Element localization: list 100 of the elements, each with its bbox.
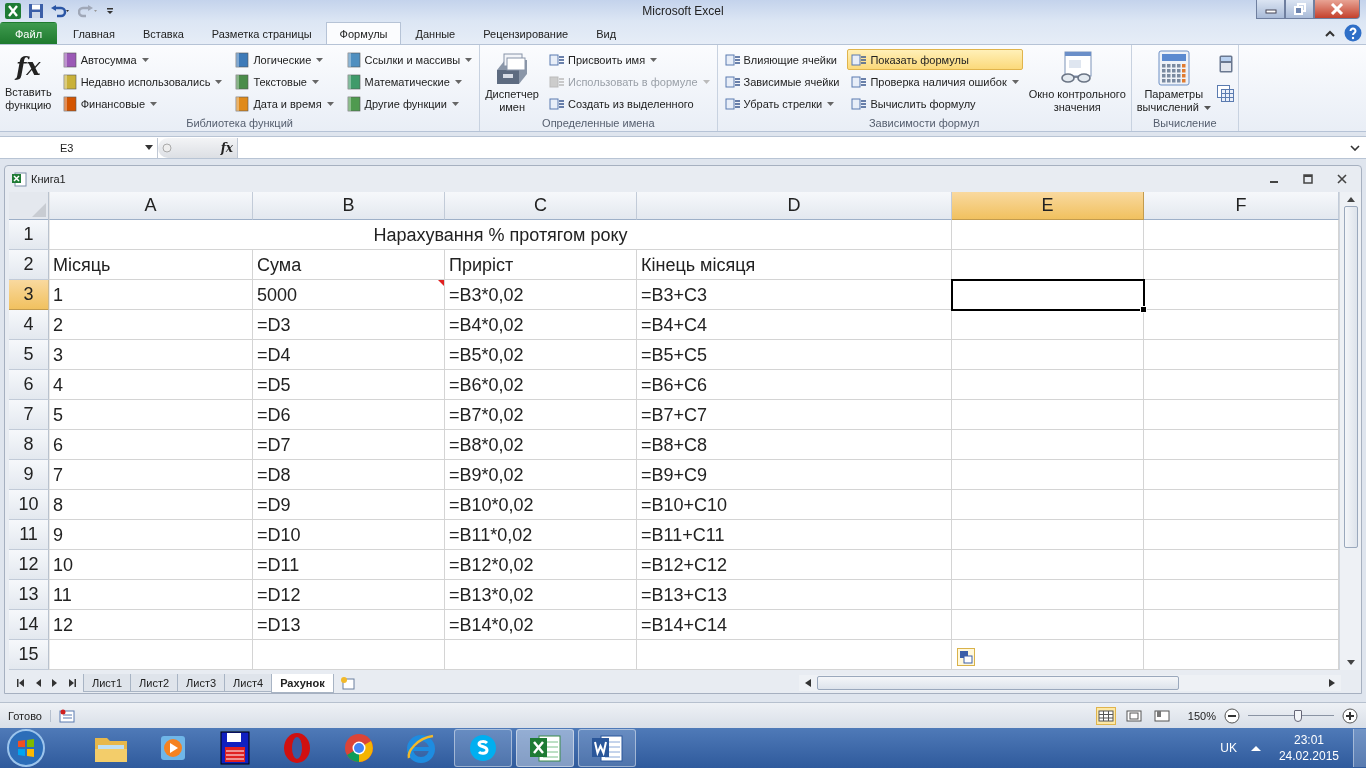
row-header[interactable]: 14 xyxy=(9,610,49,641)
column-header[interactable]: B xyxy=(253,192,445,221)
table-sheet-icon[interactable] xyxy=(1216,85,1235,104)
ribbon-tab[interactable]: Формулы xyxy=(325,22,402,45)
ribbon-button[interactable]: Вычислить формулу xyxy=(847,93,1023,115)
sheet-nav-icon[interactable] xyxy=(68,679,76,688)
ribbon-button[interactable]: Создать из выделенного xyxy=(545,93,714,115)
sheet-tab[interactable]: Лист2 xyxy=(130,674,179,693)
help-icon[interactable] xyxy=(1344,23,1362,42)
scroll-right-icon[interactable] xyxy=(1329,679,1335,688)
ribbon-button[interactable]: Параметры вычислений xyxy=(1134,47,1213,118)
sheet-tab[interactable]: Лист3 xyxy=(177,674,226,693)
row-header[interactable]: 1 xyxy=(9,220,49,251)
scroll-left-icon[interactable] xyxy=(805,679,811,688)
row-header[interactable]: 15 xyxy=(9,640,49,671)
row-header[interactable]: 2 xyxy=(9,250,49,281)
taskbar-app[interactable] xyxy=(578,729,636,767)
ribbon-button[interactable]: Логические xyxy=(230,49,338,71)
sheet-tab[interactable]: Лист4 xyxy=(224,674,273,693)
vertical-scrollbar[interactable] xyxy=(1339,192,1361,671)
handle-icon[interactable] xyxy=(162,142,172,153)
row-header[interactable]: 6 xyxy=(9,370,49,401)
ribbon-button[interactable]: Проверка наличия ошибок xyxy=(847,71,1023,93)
ribbon-button[interactable]: Недавно использовались xyxy=(57,71,227,93)
zoom-out-icon[interactable] xyxy=(1224,707,1240,724)
zoom-slider-thumb[interactable] xyxy=(1293,709,1302,722)
scroll-thumb[interactable] xyxy=(1343,206,1358,549)
ribbon-button[interactable]: Диспетчер имен xyxy=(483,47,541,118)
ribbon-button[interactable]: Другие функции xyxy=(341,93,477,115)
ribbon-tab[interactable]: Главная xyxy=(59,22,129,45)
ribbon-tab[interactable]: Вставка xyxy=(128,22,198,45)
file-tab[interactable]: Файл xyxy=(0,22,58,45)
close-button[interactable] xyxy=(1314,0,1360,19)
row-header[interactable]: 7 xyxy=(9,400,49,431)
row-header[interactable]: 3 xyxy=(9,280,49,311)
row-header[interactable]: 4 xyxy=(9,310,49,341)
ribbon-button[interactable]: Присвоить имя xyxy=(545,49,714,71)
column-header[interactable]: E xyxy=(952,192,1144,221)
ribbon-tab[interactable]: Вид xyxy=(582,22,631,45)
insert-function-button[interactable]: fx xyxy=(220,140,233,155)
language-indicator[interactable]: UK xyxy=(1220,741,1237,755)
ribbon-button[interactable]: Математические xyxy=(341,71,477,93)
tray-expand-icon[interactable] xyxy=(1250,745,1261,751)
ribbon-button[interactable]: Показать формулы xyxy=(847,49,1023,71)
minimize-button[interactable] xyxy=(1256,0,1285,19)
row-header[interactable]: 9 xyxy=(9,460,49,491)
ribbon-button[interactable]: fx Вставить функцию xyxy=(3,47,54,118)
ribbon-button[interactable]: Автосумма xyxy=(57,49,227,71)
zoom-level[interactable]: 150% xyxy=(1187,709,1216,722)
scroll-up-icon[interactable] xyxy=(1346,196,1355,203)
save-icon[interactable] xyxy=(28,2,44,19)
row-header[interactable]: 11 xyxy=(9,520,49,551)
word-icon xyxy=(591,733,623,763)
command-icon xyxy=(851,73,868,90)
table-cell-text: =B10*0,02 xyxy=(449,493,535,517)
book-icon xyxy=(234,51,251,68)
zoom-in-icon[interactable] xyxy=(1342,707,1358,724)
row-header[interactable]: 5 xyxy=(9,340,49,371)
column-header[interactable]: A xyxy=(49,192,253,221)
command-icon xyxy=(724,95,741,112)
view-icon xyxy=(1153,709,1170,722)
name-box[interactable]: E3 xyxy=(0,137,158,158)
row-header[interactable]: 10 xyxy=(9,490,49,521)
collapse-ribbon-icon[interactable] xyxy=(1324,28,1336,37)
restore-icon[interactable] xyxy=(1303,174,1313,185)
active-cell[interactable] xyxy=(951,279,1145,312)
sheet-tab[interactable]: Лист1 xyxy=(83,674,132,693)
ribbon-button[interactable]: Влияющие ячейки xyxy=(720,49,844,71)
ribbon-button[interactable]: Текстовые xyxy=(230,71,338,93)
ribbon-tab[interactable]: Разметка страницы xyxy=(197,22,326,45)
row-header[interactable]: 13 xyxy=(9,580,49,611)
scroll-thumb[interactable] xyxy=(817,676,1179,691)
restore-button[interactable] xyxy=(1285,0,1314,19)
sheet-tab[interactable]: Рахунок xyxy=(271,673,334,693)
ribbon-button[interactable]: Финансовые xyxy=(57,93,227,115)
close-icon[interactable] xyxy=(1337,174,1347,185)
undo-icon[interactable] xyxy=(50,3,72,18)
column-header[interactable]: D xyxy=(637,192,952,221)
ribbon-button[interactable]: Дата и время xyxy=(230,93,338,115)
macro-record-icon[interactable] xyxy=(58,708,75,723)
start-button[interactable] xyxy=(6,728,46,768)
clock[interactable]: 23:01 24.02.2015 xyxy=(1278,732,1339,764)
ribbon-button[interactable]: Убрать стрелки xyxy=(720,93,844,115)
ribbon-button[interactable]: Окно контрольного значения xyxy=(1026,47,1128,118)
row-header[interactable]: 12 xyxy=(9,550,49,581)
horizontal-scrollbar[interactable] xyxy=(799,675,1341,692)
ribbon-button[interactable]: Ссылки и массивы xyxy=(341,49,477,71)
column-header[interactable]: C xyxy=(445,192,637,221)
ribbon-tab[interactable]: Рецензирование xyxy=(469,22,583,45)
ribbon-tab[interactable]: Данные xyxy=(401,22,470,45)
scroll-down-icon[interactable] xyxy=(1346,660,1355,667)
row-header[interactable]: 8 xyxy=(9,430,49,461)
sheet-nav-icon[interactable] xyxy=(17,679,25,688)
ribbon-button[interactable]: Зависимые ячейки xyxy=(720,71,844,93)
expand-icon[interactable] xyxy=(1350,144,1360,151)
calculator-icon[interactable] xyxy=(1218,55,1233,74)
excel-logo-icon xyxy=(4,1,22,20)
view-button[interactable] xyxy=(1095,706,1116,725)
paste-options-icon[interactable] xyxy=(957,648,975,667)
column-header[interactable]: F xyxy=(1144,192,1339,221)
